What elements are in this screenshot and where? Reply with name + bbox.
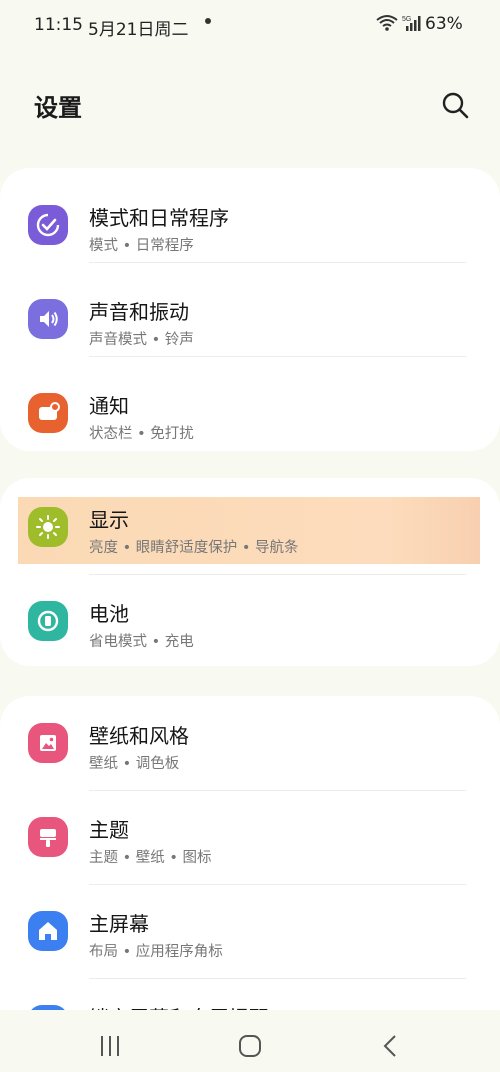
network-type-label: 5G <box>402 16 411 23</box>
setting-subtitle: 模式 • 日常程序 <box>89 238 194 254</box>
setting-display[interactable]: 显示 亮度 • 眼睛舒适度保护 • 导航条 <box>0 480 500 574</box>
setting-title: 声音和振动 <box>89 300 189 324</box>
home-icon <box>28 911 68 951</box>
setting-battery[interactable]: 电池 省电模式 • 充电 <box>0 574 500 668</box>
setting-title: 壁纸和风格 <box>89 724 189 748</box>
setting-home-screen[interactable]: 主屏幕 布局 • 应用程序角标 <box>0 884 500 978</box>
navigation-bar <box>0 1018 500 1069</box>
setting-subtitle: 主题 • 壁纸 • 图标 <box>89 850 212 866</box>
setting-themes[interactable]: 主题 主题 • 壁纸 • 图标 <box>0 790 500 884</box>
notification-dot-icon <box>205 18 211 24</box>
setting-subtitle: 亮度 • 眼睛舒适度保护 • 导航条 <box>89 540 299 556</box>
settings-group-1: 模式和日常程序 模式 • 日常程序 声音和振动 声音模式 • 铃声 通知 状态栏… <box>0 168 500 451</box>
search-icon[interactable] <box>440 90 470 120</box>
back-icon[interactable] <box>376 1034 406 1058</box>
page-title: 设置 <box>34 94 82 122</box>
divider <box>89 356 466 357</box>
setting-subtitle: 壁纸 • 调色板 <box>89 756 180 772</box>
setting-title: 模式和日常程序 <box>89 206 229 230</box>
speaker-icon <box>28 299 68 339</box>
home-button-icon[interactable] <box>235 1034 265 1058</box>
setting-title: 主题 <box>89 818 129 842</box>
setting-title: 主屏幕 <box>89 912 149 936</box>
brightness-icon <box>28 507 68 547</box>
recents-icon[interactable] <box>96 1034 126 1058</box>
status-time: 11:15 <box>34 15 83 35</box>
battery-percentage: 63% <box>425 14 463 34</box>
setting-subtitle: 状态栏 • 免打扰 <box>89 426 194 442</box>
setting-subtitle: 布局 • 应用程序角标 <box>89 944 223 960</box>
battery-icon <box>28 601 68 641</box>
check-routine-icon <box>28 205 68 245</box>
wallpaper-icon <box>28 723 68 763</box>
status-date: 5月21日周二 <box>88 20 189 40</box>
setting-subtitle: 声音模式 • 铃声 <box>89 332 194 348</box>
setting-title: 通知 <box>89 394 129 418</box>
setting-modes-routines[interactable]: 模式和日常程序 模式 • 日常程序 <box>0 178 500 272</box>
setting-notifications[interactable]: 通知 状态栏 • 免打扰 <box>0 366 500 460</box>
status-bar: 11:15 5月21日周二 5G 63% <box>0 0 500 52</box>
setting-sound-vibration[interactable]: 声音和振动 声音模式 • 铃声 <box>0 272 500 366</box>
divider <box>89 262 466 263</box>
signal-icon: 5G <box>402 16 421 31</box>
setting-title: 显示 <box>89 508 129 532</box>
notification-icon <box>28 393 68 433</box>
setting-title: 电池 <box>89 602 129 626</box>
setting-subtitle: 省电模式 • 充电 <box>89 634 194 650</box>
theme-brush-icon <box>28 817 68 857</box>
settings-group-3: 壁纸和风格 壁纸 • 调色板 主题 主题 • 壁纸 • 图标 主屏幕 布局 • … <box>0 696 500 1045</box>
setting-wallpaper-style[interactable]: 壁纸和风格 壁纸 • 调色板 <box>0 696 500 790</box>
wifi-icon <box>376 15 398 31</box>
